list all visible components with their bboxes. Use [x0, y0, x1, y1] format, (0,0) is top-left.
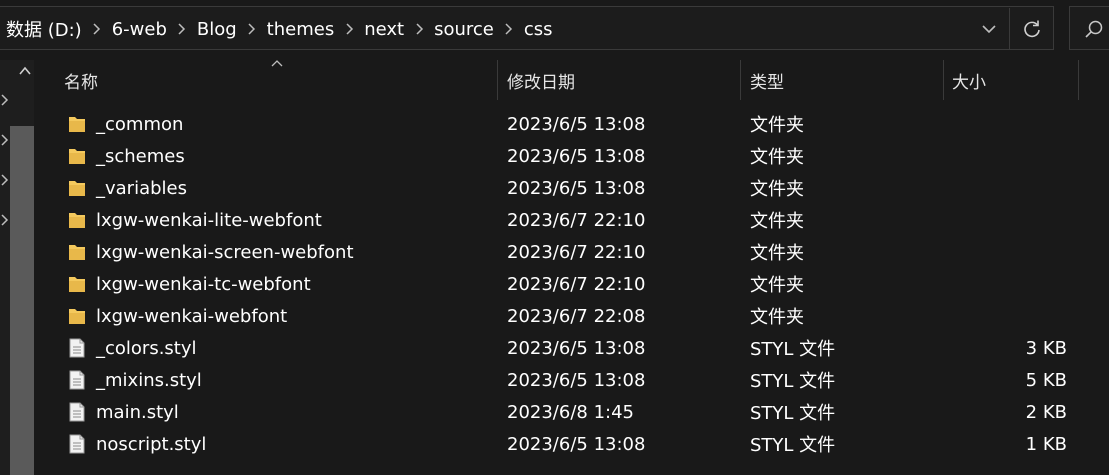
column-divider[interactable] — [740, 60, 741, 100]
chevron-down-icon — [982, 25, 996, 34]
folder-icon — [68, 242, 86, 262]
chevron-right-icon[interactable] — [336, 7, 362, 51]
file-name: lxgw-wenkai-tc-webfont — [96, 273, 311, 295]
chevron-right-icon[interactable] — [0, 94, 10, 106]
list-item[interactable]: lxgw-wenkai-screen-webfont 2023/6/7 22:10… — [34, 236, 1109, 268]
address-bar[interactable]: 数据 (D:) 6-web Blog themes next source css — [0, 6, 1054, 50]
chevron-right-icon[interactable] — [0, 214, 10, 226]
column-header: 名称 修改日期 类型 大小 — [34, 60, 1109, 100]
column-divider[interactable] — [1078, 60, 1079, 100]
file-date: 2023/6/7 22:10 — [507, 273, 646, 295]
file-date: 2023/6/5 13:08 — [507, 369, 646, 391]
file-icon — [68, 370, 86, 390]
chevron-right-icon[interactable] — [239, 7, 265, 51]
chevron-right-icon[interactable] — [496, 7, 522, 51]
folder-icon — [68, 146, 86, 166]
file-type: 文件夹 — [750, 147, 804, 168]
file-name: main.styl — [96, 401, 179, 423]
column-date[interactable]: 修改日期 — [499, 60, 739, 100]
file-name: lxgw-wenkai-webfont — [96, 305, 288, 327]
file-size: 1 KB — [1025, 433, 1067, 455]
file-size: 2 KB — [1025, 401, 1067, 423]
list-item[interactable]: _variables 2023/6/5 13:08 文件夹 — [34, 172, 1109, 204]
refresh-button[interactable] — [1009, 8, 1053, 50]
file-date: 2023/6/7 22:10 — [507, 209, 646, 231]
breadcrumb: 数据 (D:) 6-web Blog themes next source css — [4, 7, 555, 51]
file-type: 文件夹 — [750, 115, 804, 136]
list-item[interactable]: lxgw-wenkai-lite-webfont 2023/6/7 22:10 文件… — [34, 204, 1109, 236]
column-divider[interactable] — [497, 60, 498, 100]
folder-icon — [68, 274, 86, 294]
breadcrumb-item[interactable]: css — [522, 19, 555, 40]
search-input[interactable] — [1069, 6, 1109, 50]
folder-icon — [68, 178, 86, 198]
file-name: lxgw-wenkai-lite-webfont — [96, 209, 322, 231]
list-item[interactable]: noscript.styl 2023/6/5 13:08 STYL 文件 1 KB — [34, 428, 1109, 460]
file-size: 3 KB — [1025, 337, 1067, 359]
file-name: noscript.styl — [96, 433, 207, 455]
search-icon — [1085, 20, 1103, 38]
file-name: _schemes — [96, 145, 185, 167]
file-date: 2023/6/5 13:08 — [507, 145, 646, 167]
file-date: 2023/6/8 1:45 — [507, 401, 634, 423]
folder-icon — [68, 306, 86, 326]
file-type: STYL 文件 — [750, 371, 836, 392]
file-date: 2023/6/7 22:10 — [507, 241, 646, 263]
address-actions — [969, 7, 1053, 51]
file-type: STYL 文件 — [750, 435, 836, 456]
file-type: 文件夹 — [750, 307, 804, 328]
file-type: 文件夹 — [750, 179, 804, 200]
file-name: _colors.styl — [96, 337, 197, 359]
file-icon — [68, 434, 86, 454]
file-type: 文件夹 — [750, 275, 804, 296]
address-history-button[interactable] — [969, 8, 1009, 50]
list-item[interactable]: _colors.styl 2023/6/5 13:08 STYL 文件 3 KB — [34, 332, 1109, 364]
file-size: 5 KB — [1025, 369, 1067, 391]
list-item[interactable]: _mixins.styl 2023/6/5 13:08 STYL 文件 5 KB — [34, 364, 1109, 396]
breadcrumb-item[interactable]: next — [362, 19, 406, 40]
list-item[interactable]: main.styl 2023/6/8 1:45 STYL 文件 2 KB — [34, 396, 1109, 428]
folder-icon — [68, 210, 86, 230]
file-date: 2023/6/7 22:08 — [507, 305, 646, 327]
list-item[interactable]: lxgw-wenkai-webfont 2023/6/7 22:08 文件夹 — [34, 300, 1109, 332]
file-type: STYL 文件 — [750, 339, 836, 360]
file-name: _variables — [96, 177, 187, 199]
column-size[interactable]: 大小 — [944, 60, 1078, 100]
list-item[interactable]: lxgw-wenkai-tc-webfont 2023/6/7 22:10 文件夹 — [34, 268, 1109, 300]
file-type: STYL 文件 — [750, 403, 836, 424]
breadcrumb-item[interactable]: source — [432, 19, 496, 40]
column-type[interactable]: 类型 — [742, 60, 942, 100]
breadcrumb-item[interactable]: 6-web — [110, 19, 169, 40]
breadcrumb-item[interactable]: Blog — [195, 19, 239, 40]
chevron-right-icon[interactable] — [406, 7, 432, 51]
breadcrumb-item[interactable]: 数据 (D:) — [4, 16, 84, 42]
file-date: 2023/6/5 13:08 — [507, 433, 646, 455]
scroll-up-icon[interactable] — [18, 64, 32, 78]
file-name: lxgw-wenkai-screen-webfont — [96, 241, 354, 263]
file-date: 2023/6/5 13:08 — [507, 177, 646, 199]
navigation-scrollbar-thumb[interactable] — [10, 126, 34, 475]
refresh-icon — [1023, 20, 1040, 38]
chevron-right-icon[interactable] — [84, 7, 110, 51]
folder-icon — [68, 114, 86, 134]
file-type: 文件夹 — [750, 243, 804, 264]
file-icon — [68, 338, 86, 358]
chevron-right-icon[interactable] — [169, 7, 195, 51]
file-icon — [68, 402, 86, 422]
file-date: 2023/6/5 13:08 — [507, 337, 646, 359]
file-type: 文件夹 — [750, 211, 804, 232]
file-date: 2023/6/5 13:08 — [507, 113, 646, 135]
chevron-right-icon[interactable] — [0, 134, 10, 146]
chevron-right-icon[interactable] — [0, 174, 10, 186]
column-name[interactable]: 名称 — [56, 60, 496, 100]
list-item[interactable]: _common 2023/6/5 13:08 文件夹 — [34, 108, 1109, 140]
list-item[interactable]: _schemes 2023/6/5 13:08 文件夹 — [34, 140, 1109, 172]
file-name: _common — [96, 113, 184, 135]
file-name: _mixins.styl — [96, 369, 202, 391]
breadcrumb-item[interactable]: themes — [265, 19, 337, 40]
file-list: _common 2023/6/5 13:08 文件夹 _schemes 2023/6/5… — [34, 108, 1109, 460]
